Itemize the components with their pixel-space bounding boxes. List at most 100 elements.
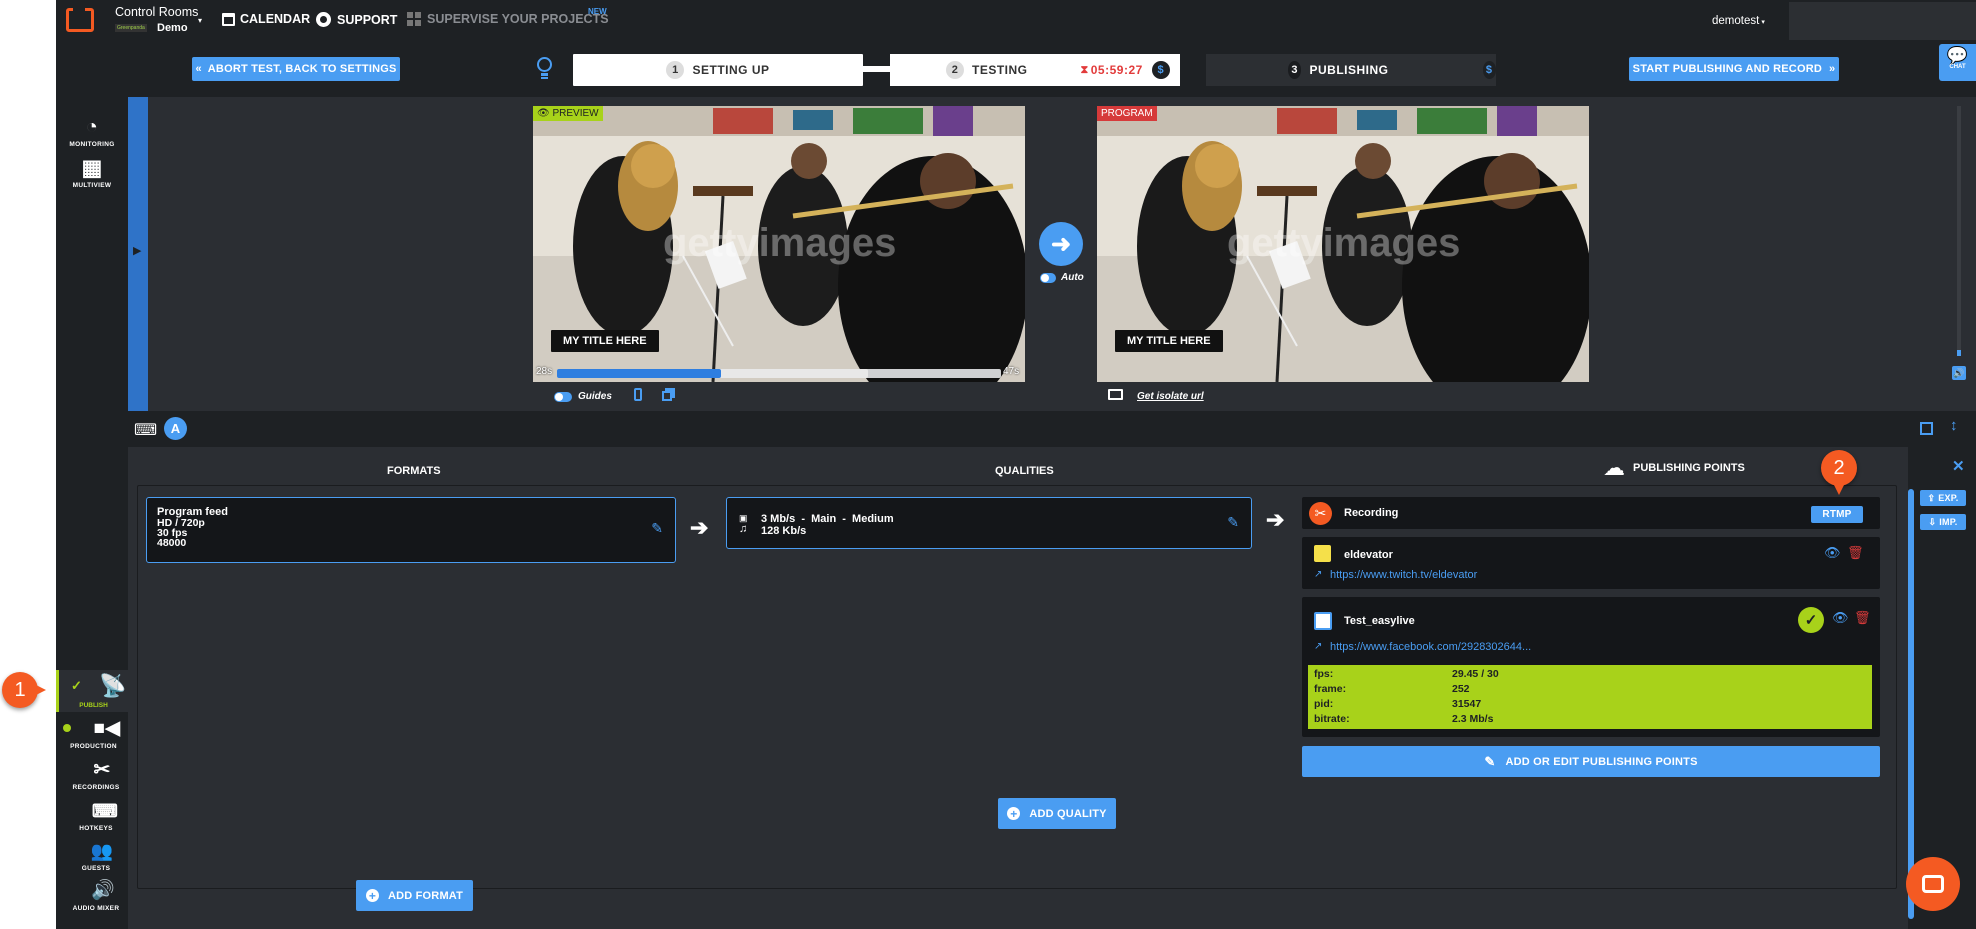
stream-stats-box: fps: 29.45 / 30 frame: 252 pid: 31547 bi… bbox=[1308, 665, 1872, 729]
chat-button[interactable]: 💬 CHAT bbox=[1939, 44, 1976, 81]
video-camera-icon: ■◀ bbox=[93, 718, 121, 739]
step-testing[interactable]: 2 TESTING ⧗ 05:59:27 $ bbox=[890, 54, 1180, 86]
preview-eye-icon[interactable]: 👁 bbox=[1824, 545, 1841, 561]
edit-format-pencil-icon[interactable]: ✎ bbox=[651, 520, 663, 537]
monitoring-label: MONITORING bbox=[69, 141, 115, 148]
qualities-column-header: QUALITIES bbox=[995, 465, 1054, 477]
lightbulb-hint-icon[interactable] bbox=[536, 56, 553, 82]
add-edit-publishing-points-button[interactable]: ✎ ADD OR EDIT PUBLISHING POINTS bbox=[1302, 746, 1880, 777]
preview-monitor[interactable]: gettyimages 👁 PREVIEW MY TITLE HERE 28s … bbox=[533, 106, 1025, 382]
duplicate-icon[interactable] bbox=[662, 388, 675, 401]
testing-cost-icon[interactable]: $ bbox=[1151, 61, 1170, 79]
user-menu[interactable]: demotest ▾ bbox=[1712, 15, 1765, 27]
sidebar-item-multiview[interactable]: ▦ MULTIVIEW bbox=[56, 156, 128, 190]
close-panel-icon[interactable]: ✕ bbox=[1952, 457, 1965, 475]
avatar[interactable]: A bbox=[164, 417, 187, 440]
quality-card[interactable]: ▣ 3 Mb/s - Main - Medium ♫ 128 Kb/s ✎ bbox=[726, 497, 1252, 549]
edit-quality-pencil-icon[interactable]: ✎ bbox=[1227, 514, 1239, 531]
start-publishing-button[interactable]: START PUBLISHING AND RECORD » bbox=[1629, 57, 1839, 81]
publishing-config-panel: FORMATS QUALITIES ☁ PUBLISHING POINTS Pr… bbox=[128, 447, 1908, 929]
preview-badge: 👁 PREVIEW bbox=[533, 106, 603, 121]
sidebar-item-hotkeys[interactable]: ⌨ HOTKEYS bbox=[56, 799, 128, 832]
import-button[interactable]: ⇩ IMP. bbox=[1920, 514, 1966, 530]
recording-point-card[interactable]: ✂ Recording RTMP bbox=[1302, 497, 1880, 529]
sidebar-item-guests[interactable]: 👥 GUESTS bbox=[56, 839, 128, 872]
room-name[interactable]: Demo bbox=[157, 22, 188, 34]
publishing-point-url[interactable]: https://www.facebook.com/2928302644... bbox=[1330, 641, 1531, 653]
production-label: PRODUCTION bbox=[70, 743, 117, 750]
take-transition-button[interactable]: ➜ bbox=[1039, 222, 1083, 266]
control-room-app: Control Rooms Greenpanda Demo ▾ CALENDAR… bbox=[56, 0, 1976, 929]
panel-scrollbar[interactable] bbox=[1908, 489, 1914, 919]
preview-progress-bar bbox=[557, 369, 722, 378]
stat-value: 31547 bbox=[1452, 698, 1482, 710]
preview-time-end: 47s bbox=[1003, 366, 1020, 377]
double-chevron-left-icon: « bbox=[195, 63, 202, 75]
guides-toggle-switch[interactable] bbox=[554, 391, 572, 402]
video-quality-text: 3 Mb/s - Main - Medium bbox=[761, 513, 894, 525]
eye-icon: 👁 bbox=[537, 108, 550, 119]
collapsed-panel-strip[interactable]: ▶ bbox=[128, 97, 148, 411]
program-monitor[interactable]: gettyimages PROGRAM MY TITLE HERE bbox=[1097, 106, 1589, 382]
add-quality-label: ADD QUALITY bbox=[1029, 807, 1107, 820]
mobile-view-icon[interactable] bbox=[634, 388, 642, 401]
help-chat-launcher[interactable] bbox=[1906, 857, 1960, 911]
step-number-3: 3 bbox=[1288, 61, 1302, 79]
add-quality-button[interactable]: + ADD QUALITY bbox=[998, 798, 1116, 829]
testing-timer: 05:59:27 bbox=[1090, 63, 1143, 77]
delete-trash-icon[interactable]: 🗑 bbox=[1854, 610, 1871, 626]
export-label: EXP. bbox=[1938, 493, 1959, 503]
keyboard-shortcuts-icon[interactable]: ⌨ bbox=[134, 420, 157, 440]
sidebar-item-audio-mixer[interactable]: 🔊 AUDIO MIXER bbox=[56, 879, 128, 912]
callout-marker-1: 1 bbox=[2, 672, 46, 708]
sub-brand-logo: Greenpanda bbox=[115, 24, 147, 32]
publishing-point-card[interactable]: eldevator 👁 🗑 ↗ https://www.twitch.tv/el… bbox=[1302, 537, 1880, 589]
get-isolate-url-link[interactable]: Get isolate url bbox=[1137, 391, 1204, 402]
add-format-button[interactable]: + ADD FORMAT bbox=[356, 880, 473, 911]
preview-title-overlay[interactable]: MY TITLE HERE bbox=[551, 330, 659, 352]
formats-column-header: FORMATS bbox=[387, 465, 441, 477]
room-dropdown-caret-icon[interactable]: ▾ bbox=[198, 16, 202, 25]
callout-number: 1 bbox=[14, 678, 26, 701]
sidebar-item-monitoring[interactable]: ◔ MONITORING bbox=[56, 115, 128, 148]
auto-transition-toggle[interactable]: Auto bbox=[1040, 272, 1084, 283]
publishing-cost-icon[interactable]: $ bbox=[1482, 61, 1496, 79]
arrow-formats-to-qualities-icon: ➔ bbox=[690, 515, 709, 540]
publishing-point-card[interactable]: Test_easylive ✓ 👁 🗑 ↗ https://www.facebo… bbox=[1302, 597, 1880, 737]
logo-icon[interactable] bbox=[66, 8, 94, 32]
popout-icon[interactable] bbox=[1920, 422, 1933, 435]
guides-toggle[interactable]: Guides bbox=[554, 391, 612, 402]
preview-scrub-track[interactable] bbox=[557, 369, 1001, 378]
calendar-label: CALENDAR bbox=[240, 12, 311, 26]
export-button[interactable]: ⇪ EXP. bbox=[1920, 490, 1966, 506]
support-lifebuoy-icon bbox=[316, 12, 331, 27]
program-badge: PROGRAM bbox=[1097, 106, 1157, 121]
preview-eye-icon[interactable]: 👁 bbox=[1832, 610, 1849, 626]
chat-label: CHAT bbox=[1949, 64, 1966, 70]
sidebar-item-production[interactable]: ■◀ PRODUCTION bbox=[56, 717, 128, 750]
broadcast-icon: 📡 bbox=[99, 673, 127, 698]
chat-launcher-icon bbox=[1922, 875, 1944, 893]
rtmp-button[interactable]: RTMP bbox=[1811, 506, 1863, 523]
step-publishing[interactable]: 3 PUBLISHING $ bbox=[1206, 54, 1496, 86]
users-icon: 👥 bbox=[90, 841, 114, 861]
arrow-qualities-to-points-icon: ➔ bbox=[1266, 507, 1285, 532]
delete-trash-icon[interactable]: 🗑 bbox=[1847, 545, 1864, 561]
stats-row: bitrate: bbox=[1314, 713, 1350, 725]
format-card[interactable]: Program feed HD / 720p 30 fps 48000 ✎ bbox=[146, 497, 676, 563]
supervise-nav-link[interactable]: SUPERVISE YOUR PROJECTS bbox=[407, 12, 609, 26]
support-nav-link[interactable]: SUPPORT bbox=[316, 12, 397, 27]
calendar-nav-link[interactable]: CALENDAR bbox=[222, 12, 310, 26]
step-setting-up[interactable]: 1 SETTING UP bbox=[573, 54, 863, 86]
publishing-point-url[interactable]: https://www.twitch.tv/eldevator bbox=[1330, 569, 1477, 581]
audio-mixer-label: AUDIO MIXER bbox=[72, 905, 120, 912]
abort-test-button[interactable]: « ABORT TEST, BACK TO SETTINGS bbox=[192, 57, 400, 81]
sidebar-item-recordings[interactable]: ✂ RECORDINGS bbox=[56, 758, 128, 791]
auto-toggle-switch[interactable] bbox=[1040, 272, 1056, 283]
volume-speaker-button[interactable]: 🔊 bbox=[1952, 366, 1966, 380]
program-title-overlay: MY TITLE HERE bbox=[1115, 330, 1223, 352]
multiview-label: MULTIVIEW bbox=[72, 182, 112, 189]
step-number-1: 1 bbox=[666, 61, 685, 79]
resize-vertical-icon[interactable]: ↕ bbox=[1950, 417, 1958, 434]
sidebar-item-publish[interactable]: ✓ 📡 PUBLISH bbox=[56, 670, 128, 712]
